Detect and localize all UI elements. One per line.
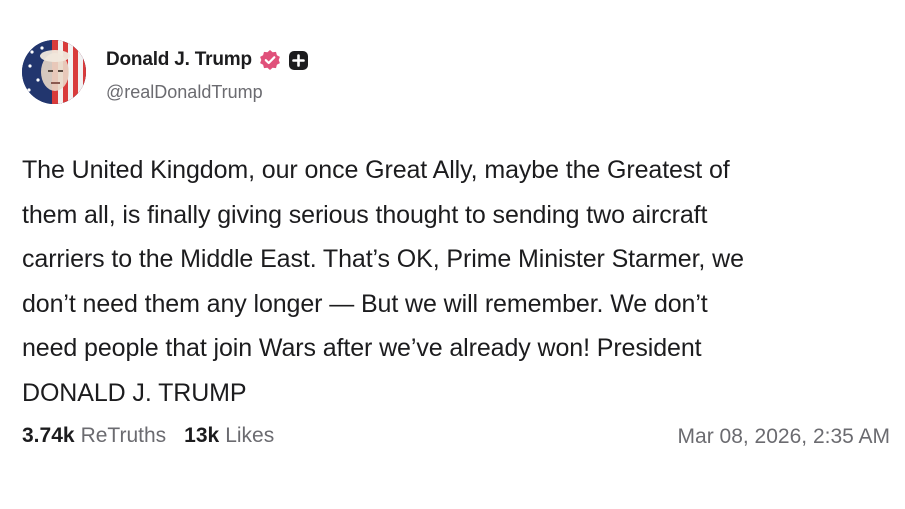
author-handle[interactable]: @realDonaldTrump xyxy=(106,82,263,103)
post-card: Donald J. Trump @realDonaldTrump The Uni… xyxy=(0,0,905,509)
likes-label: Likes xyxy=(225,424,275,447)
post-stats: 3.74k ReTruths 13k Likes xyxy=(22,424,292,448)
avatar[interactable] xyxy=(22,40,86,104)
retruths-label: ReTruths xyxy=(80,424,167,447)
verified-badge-icon xyxy=(259,49,281,71)
plus-badge-icon xyxy=(288,50,309,71)
retruths-stat[interactable]: 3.74k ReTruths xyxy=(22,424,166,448)
retruths-count: 3.74k xyxy=(22,424,75,447)
likes-count: 13k xyxy=(184,424,220,447)
likes-stat[interactable]: 13k Likes xyxy=(184,424,274,448)
author-name-row: Donald J. Trump xyxy=(106,47,309,73)
avatar-image xyxy=(22,40,86,104)
post-body-text: The United Kingdom, our once Great Ally,… xyxy=(22,156,744,407)
author-display-name[interactable]: Donald J. Trump xyxy=(106,49,252,71)
post-timestamp[interactable]: Mar 08, 2026, 2:35 AM xyxy=(678,425,890,449)
